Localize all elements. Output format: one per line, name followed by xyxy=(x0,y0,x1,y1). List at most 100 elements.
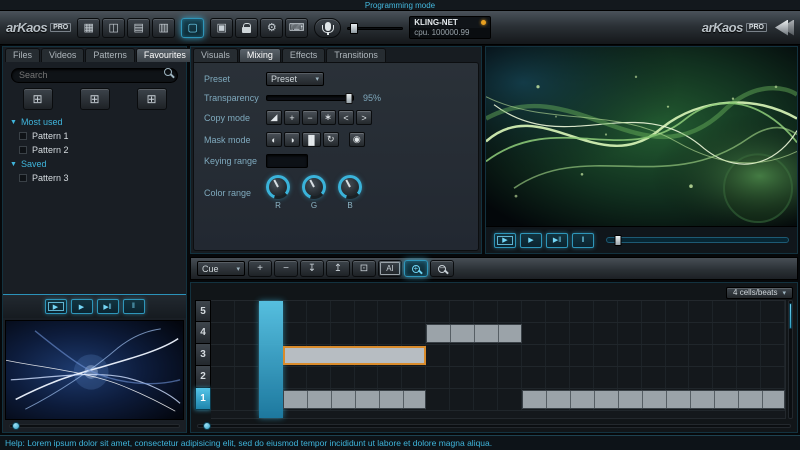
grid-cell[interactable] xyxy=(474,367,499,388)
grid-cell[interactable] xyxy=(402,323,427,344)
grid-cell[interactable] xyxy=(713,323,738,344)
grid-cell[interactable] xyxy=(570,301,594,322)
mask-rotate-button[interactable]: ↻ xyxy=(322,132,339,147)
grid-cell[interactable] xyxy=(211,389,235,410)
grid-cell[interactable] xyxy=(450,301,475,322)
row-number-3[interactable]: 3 xyxy=(195,344,211,366)
tree-group[interactable]: ▼ Saved xyxy=(3,157,186,171)
grid-cell[interactable] xyxy=(450,345,475,366)
grid-cell[interactable] xyxy=(283,301,307,322)
settings-button[interactable]: ⚙ xyxy=(260,17,284,38)
import-cue-button[interactable]: ↧ xyxy=(300,260,324,277)
grid-cell[interactable] xyxy=(355,323,379,344)
mixer-view-button[interactable]: ▦ xyxy=(77,17,101,38)
lock-button[interactable] xyxy=(235,17,259,38)
remove-cue-button[interactable]: − xyxy=(274,260,298,277)
grid-cell[interactable] xyxy=(618,301,642,322)
grid-cell[interactable] xyxy=(498,389,522,410)
copy-add-button[interactable]: + xyxy=(284,110,300,125)
grid-cell[interactable] xyxy=(474,301,499,322)
grid-cell[interactable] xyxy=(426,345,451,366)
tab-favourites[interactable]: Favourites xyxy=(135,48,194,62)
library-scroll-handle[interactable] xyxy=(12,422,20,430)
grid-cell[interactable] xyxy=(307,323,331,344)
grid-cell[interactable] xyxy=(355,301,379,322)
grid-cell[interactable] xyxy=(642,323,666,344)
library-scrollbar[interactable] xyxy=(9,422,180,430)
tree-item[interactable]: Pattern 3 xyxy=(3,171,186,185)
grid-cell[interactable] xyxy=(737,367,762,388)
grid-cell[interactable] xyxy=(666,367,690,388)
transparency-slider[interactable] xyxy=(266,93,354,104)
trigger-pad-button[interactable]: ▣ xyxy=(210,17,234,38)
grid-cell[interactable] xyxy=(546,323,570,344)
pattern-load-button[interactable]: ⊞ xyxy=(136,88,167,110)
play-pause-button[interactable]: ▶‖ xyxy=(546,232,568,248)
midi-keyboard-button[interactable]: ⌨ xyxy=(285,17,309,38)
pause-button[interactable]: ‖ xyxy=(572,232,594,248)
tree-item[interactable]: Pattern 2 xyxy=(3,143,186,157)
cells-beats-dropdown[interactable]: 4 cells/beats ▾ xyxy=(726,286,793,299)
copy-multiply-button[interactable]: ∗ xyxy=(320,110,336,125)
grid-cell[interactable] xyxy=(761,367,786,388)
grid-cell[interactable] xyxy=(378,323,403,344)
grid-cell[interactable] xyxy=(402,301,427,322)
grid-cell[interactable] xyxy=(546,301,570,322)
grid-cell[interactable] xyxy=(235,367,259,388)
tree-item[interactable]: Pattern 1 xyxy=(3,129,186,143)
grid-cell[interactable] xyxy=(642,345,666,366)
zoom-out-button[interactable] xyxy=(430,260,454,277)
grid-cell[interactable] xyxy=(570,345,594,366)
tab-mixing[interactable]: Mixing xyxy=(238,48,281,62)
grid-cell[interactable] xyxy=(307,301,331,322)
grid-cell[interactable] xyxy=(666,301,690,322)
display-cue-button[interactable]: ⊡ xyxy=(352,260,376,277)
grid-cell[interactable] xyxy=(570,323,594,344)
tab-files[interactable]: Files xyxy=(5,48,41,62)
grid-cell[interactable] xyxy=(331,367,355,388)
keying-range-input[interactable] xyxy=(266,154,308,168)
collapse-icon[interactable]: ▼ xyxy=(10,161,17,168)
grid-cell[interactable] xyxy=(211,301,235,322)
grid-cell[interactable] xyxy=(594,367,618,388)
grid-cell[interactable] xyxy=(546,345,570,366)
cue-play-button[interactable]: ▶ xyxy=(44,299,67,314)
clip-selected[interactable] xyxy=(282,346,427,365)
grid-cell[interactable] xyxy=(689,367,714,388)
tab-videos[interactable]: Videos xyxy=(41,48,85,62)
grid-cell[interactable] xyxy=(737,323,762,344)
grid-cell[interactable] xyxy=(498,301,522,322)
add-cue-button[interactable]: + xyxy=(248,260,272,277)
play-pause-button[interactable]: ▶‖ xyxy=(96,299,119,314)
grid-cell[interactable] xyxy=(713,367,738,388)
grid-cell[interactable] xyxy=(522,345,546,366)
clip[interactable] xyxy=(426,324,522,343)
grid-cell[interactable] xyxy=(642,367,666,388)
mask-half-button[interactable]: ◐ xyxy=(266,132,282,147)
tab-visuals[interactable]: Visuals xyxy=(193,48,238,62)
cue-play-button[interactable]: ▶ xyxy=(494,232,516,248)
export-cue-button[interactable]: ↥ xyxy=(326,260,350,277)
grid-cell[interactable] xyxy=(307,367,331,388)
play-button[interactable]: ▶ xyxy=(70,299,93,314)
grid-cell[interactable] xyxy=(283,367,307,388)
tab-patterns[interactable]: Patterns xyxy=(85,48,135,62)
grid-cell[interactable] xyxy=(522,323,546,344)
grid-cell[interactable] xyxy=(522,301,546,322)
grid-cell[interactable] xyxy=(618,345,642,366)
grid-cell[interactable] xyxy=(235,301,259,322)
mask-target-button[interactable]: ◉ xyxy=(348,132,365,147)
checkbox[interactable] xyxy=(19,146,27,154)
row-number-5[interactable]: 5 xyxy=(195,300,211,322)
search-input[interactable] xyxy=(11,67,178,83)
grid-cell[interactable] xyxy=(737,301,762,322)
grid-cell[interactable] xyxy=(378,367,403,388)
grid-cell[interactable] xyxy=(498,367,522,388)
position-handle[interactable] xyxy=(614,235,622,246)
row-number-1[interactable]: 1 xyxy=(195,388,211,410)
mask-invert-button[interactable]: ◑ xyxy=(284,132,300,147)
transparency-handle[interactable] xyxy=(345,93,353,104)
tab-transitions[interactable]: Transitions xyxy=(326,48,386,62)
row-number-4[interactable]: 4 xyxy=(195,322,211,344)
master-volume-slider[interactable] xyxy=(347,18,404,38)
